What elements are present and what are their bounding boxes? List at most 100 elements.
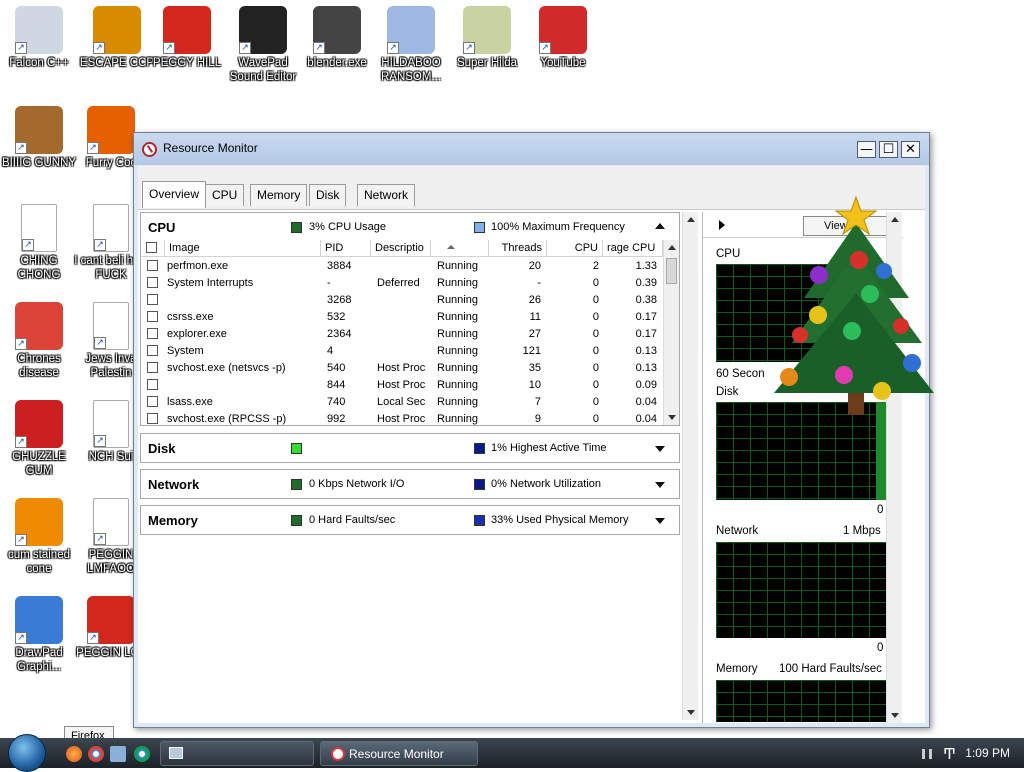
column-status[interactable] [431,240,489,257]
taskbar-resource-monitor-button[interactable]: Resource Monitor [320,741,478,766]
desktop-shortcut[interactable]: ↗ DrawPad Graphi... [0,596,78,674]
left-pane-scrollbar[interactable] [682,212,698,720]
cpu-table-scrollbar[interactable] [663,240,679,425]
memory-section-header[interactable]: Memory 0 Hard Faults/sec 33% Used Physic… [140,505,680,535]
desktop-shortcut[interactable]: ↗ Falcon C++ [0,6,78,70]
start-button[interactable] [8,734,46,772]
table-row[interactable]: lsass.exe 740 Local Sec Running 7 0 0.04 [141,395,663,412]
row-checkbox[interactable] [147,311,158,322]
column-pid[interactable]: PID [321,240,371,257]
column-average-cpu[interactable]: rage CPU [603,240,663,257]
taskbar-clock[interactable]: 1:09 PM [965,746,1010,760]
tab-memory[interactable]: Memory [250,184,308,206]
row-checkbox[interactable] [147,345,158,356]
table-row[interactable]: svchost.exe (RPCSS -p) 992 Host Proc Runnin… [141,412,663,429]
table-row[interactable]: explorer.exe 2364 Running 27 0 0.17 [141,327,663,344]
cpu-frequency-swatch [474,222,485,233]
desktop-shortcut-label: Falcon C++ [9,57,69,69]
desktop-shortcut[interactable]: ↗ HILDABOO RANSOM... [372,6,450,84]
shortcut-arrow-icon: ↗ [539,42,551,54]
tray-app-icon[interactable]: Ͳ [943,745,956,763]
scroll-up-icon[interactable] [668,245,676,250]
table-row[interactable]: perfmon.exe 3884 Running 20 2 1.33 [141,259,663,276]
scroll-down-icon[interactable] [687,710,695,715]
cpu-section-header[interactable]: CPU 3% CPU Usage 100% Maximum Frequency [140,212,680,242]
tab-disk[interactable]: Disk [309,184,347,206]
column-cpu[interactable]: CPU [547,240,603,257]
row-checkbox[interactable] [147,260,158,271]
cell-cpu: 0 [592,328,599,340]
drawpad-icon: ↗ [15,596,63,644]
cell-status: Running [437,379,478,391]
chrome-canary-quicklaunch-icon[interactable] [134,746,150,762]
table-row[interactable]: System 4 Running 121 0 0.13 [141,344,663,361]
expand-icon[interactable] [655,446,665,452]
table-row[interactable]: svchost.exe (netsvcs -p) 540 Host Proc Runn… [141,361,663,378]
red-fuzzball-icon: ↗ [15,400,63,448]
desktop-shortcut[interactable]: ↗ Super Hilda [448,6,526,70]
christmas-tree-gadget[interactable] [764,193,936,418]
desktop-shortcut[interactable]: ↗ blender.exe [298,6,376,70]
collapse-icon[interactable] [655,223,665,229]
desktop-shortcut-label: blender.exe [307,57,367,69]
pause-icon[interactable] [922,749,932,759]
column-threads[interactable]: Threads [489,240,547,257]
tab-network[interactable]: Network [357,184,416,206]
table-row[interactable]: 844 Host Proc Running 10 0 0.09 [141,378,663,395]
desktop-shortcut[interactable]: ↗ CHING CHONG [0,204,78,282]
cell-status: Running [437,277,478,289]
expand-icon[interactable] [655,518,665,524]
title-bar[interactable]: Resource Monitor — ☐ ✕ [134,133,929,165]
table-row[interactable]: csrss.exe 532 Running 11 0 0.17 [141,310,663,327]
close-button[interactable]: ✕ [901,141,920,158]
row-checkbox[interactable] [147,413,158,424]
row-checkbox[interactable] [147,379,158,390]
chrome-quicklaunch-icon[interactable] [88,746,104,762]
scroll-down-icon[interactable] [891,713,899,718]
table-row[interactable]: System Interrupts - Deferred Running - 0 0.39 [141,276,663,293]
column-image[interactable]: Image [165,240,321,257]
column-description[interactable]: Descriptio [371,240,431,257]
network-section-title: Network [148,477,200,492]
row-checkbox[interactable] [147,277,158,288]
scroll-thumb[interactable] [666,258,677,284]
cell-threads: 7 [534,396,541,408]
show-desktop-quicklaunch-icon[interactable] [110,746,126,762]
disk-io-swatch [291,443,302,454]
desktop-shortcut[interactable]: ↗ cum stained cone [0,498,78,576]
disk-section-header[interactable]: Disk 1% Highest Active Time [140,433,680,463]
row-checkbox[interactable] [147,294,158,305]
select-all-column[interactable] [141,240,165,257]
minimize-button[interactable]: — [857,141,876,158]
collapse-graphs-icon[interactable] [719,220,725,230]
network-graph-scale: 1 Mbps [843,525,881,537]
shortcut-arrow-icon: ↗ [87,142,99,154]
desktop-shortcut[interactable]: ↗ ESCAPE CCP [78,6,156,70]
table-row[interactable]: 3268 Running 26 0 0.38 [141,293,663,310]
desktop-shortcut[interactable]: ↗ PEGGY HILL [148,6,226,70]
firefox-quicklaunch-icon[interactable] [66,746,82,762]
desktop-shortcut[interactable]: ↗ BIIIIG GUNNY [0,106,78,170]
maximize-button[interactable]: ☐ [879,141,898,158]
hard-faults-swatch [291,515,302,526]
desktop-shortcut[interactable]: ↗ WavePad Sound Editor [224,6,302,84]
scroll-up-icon[interactable] [687,217,695,222]
desktop-shortcut[interactable]: ↗ GHUZZLE GUM [0,400,78,478]
cell-threads: 27 [528,328,541,340]
scroll-down-icon[interactable] [668,415,676,420]
expand-icon[interactable] [655,482,665,488]
taskbar-app-button[interactable] [160,741,314,766]
row-checkbox[interactable] [147,396,158,407]
cpu-process-table: Image PID Descriptio Threads CPU rage CP… [140,240,680,426]
tab-cpu[interactable]: CPU [205,184,245,206]
select-all-checkbox[interactable] [146,242,157,253]
cell-pid: - [327,277,331,289]
cpu-section-title: CPU [148,220,176,235]
tab-overview[interactable]: Overview [142,181,207,208]
row-checkbox[interactable] [147,362,158,373]
network-section-header[interactable]: Network 0 Kbps Network I/O 0% Network Ut… [140,469,680,499]
desktop-shortcut[interactable]: ↗ Chrones disease [0,302,78,380]
cell-desc: Host Proc [377,379,426,391]
row-checkbox[interactable] [147,328,158,339]
desktop-shortcut[interactable]: ↗ YouTube [524,6,602,70]
